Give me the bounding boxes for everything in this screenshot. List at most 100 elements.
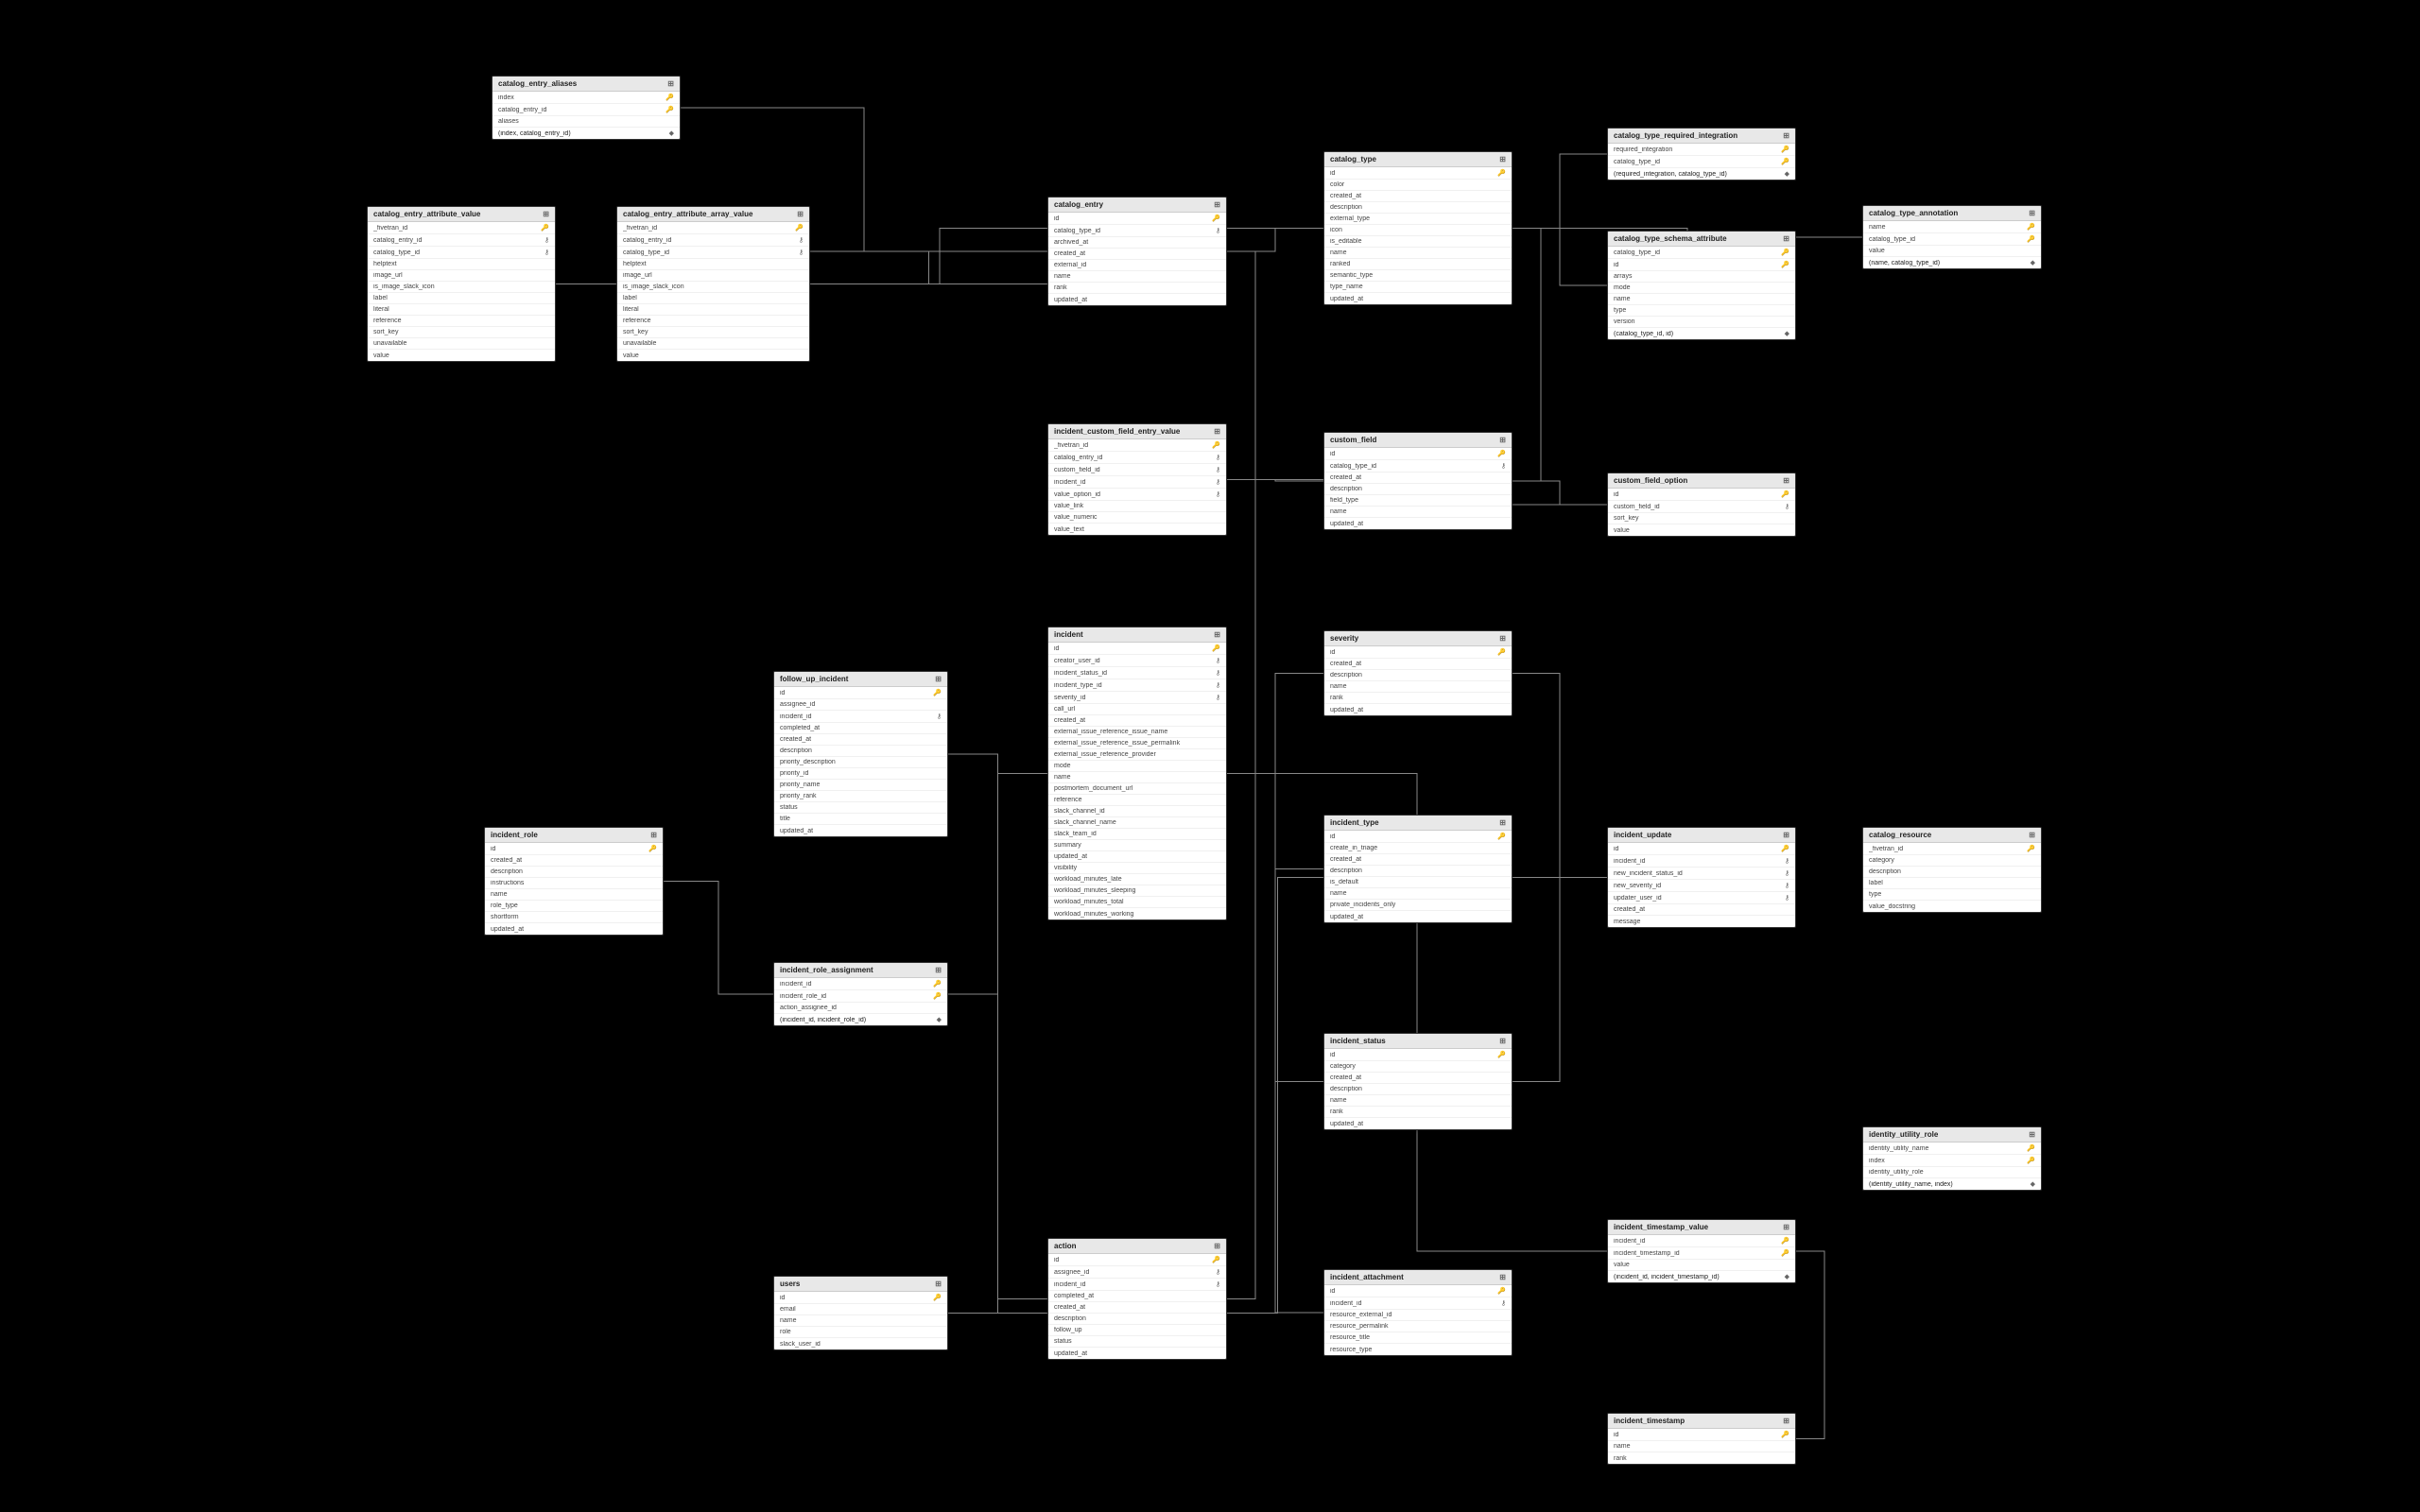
table-column[interactable]: description — [1863, 867, 2041, 878]
table-column[interactable]: unavailable — [617, 338, 809, 350]
table-column[interactable]: status — [1048, 1336, 1226, 1348]
table-column[interactable]: name — [1608, 1441, 1795, 1452]
table-column[interactable]: (required_integration, catalog_type_id)◆ — [1608, 168, 1795, 180]
table-incident_status[interactable]: incident_status⊞id🔑categorycreated_atdes… — [1323, 1033, 1512, 1130]
table-column[interactable]: follow_up — [1048, 1325, 1226, 1336]
table-column[interactable]: is_editable — [1324, 236, 1512, 248]
table-header[interactable]: incident_status⊞ — [1324, 1034, 1512, 1049]
table-column[interactable]: updated_at — [1048, 1348, 1226, 1359]
table-column[interactable]: updated_at — [1048, 851, 1226, 863]
table-column[interactable]: id🔑 — [1324, 167, 1512, 180]
table-column[interactable]: catalog_type_id⚷ — [1048, 225, 1226, 237]
table-catalog_type[interactable]: catalog_type⊞id🔑colorcreated_atdescripti… — [1323, 151, 1512, 305]
table-column[interactable]: instructions — [485, 878, 663, 889]
table-column[interactable]: incident_timestamp_id🔑 — [1608, 1247, 1795, 1260]
table-column[interactable]: ranked — [1324, 259, 1512, 270]
table-column[interactable]: external_issue_reference_provider — [1048, 749, 1226, 761]
table-column[interactable]: rank — [1048, 283, 1226, 294]
table-column[interactable]: id🔑 — [1608, 259, 1795, 271]
table-column[interactable]: description — [774, 746, 947, 757]
table-column[interactable]: workload_minutes_total — [1048, 897, 1226, 908]
table-column[interactable]: updated_at — [1324, 293, 1512, 304]
table-column[interactable]: id🔑 — [1608, 489, 1795, 501]
table-column[interactable]: completed_at — [774, 723, 947, 734]
table-column[interactable]: description — [1324, 202, 1512, 214]
table-catalog_resource[interactable]: catalog_resource⊞_fivetran_id🔑categoryde… — [1862, 827, 2042, 913]
table-header[interactable]: identity_utility_role⊞ — [1863, 1127, 2041, 1143]
table-column[interactable]: value_text — [1048, 524, 1226, 535]
table-column[interactable]: unavailable — [368, 338, 555, 350]
table-header[interactable]: catalog_entry_attribute_value⊞ — [368, 207, 555, 222]
table-column[interactable]: assignee_id — [774, 699, 947, 711]
table-column[interactable]: name — [1324, 681, 1512, 693]
table-incident_role[interactable]: incident_role⊞id🔑created_atdescriptionin… — [484, 827, 664, 936]
table-column[interactable]: updated_at — [774, 825, 947, 836]
table-custom_field[interactable]: custom_field⊞id🔑catalog_type_id⚷created_… — [1323, 432, 1512, 530]
table-column[interactable]: arrays — [1608, 271, 1795, 283]
table-column[interactable]: index🔑 — [493, 92, 680, 104]
table-column[interactable]: name🔑 — [1863, 221, 2041, 233]
table-column[interactable]: archived_at — [1048, 237, 1226, 249]
table-column[interactable]: catalog_entry_id⚷ — [617, 234, 809, 247]
table-column[interactable]: is_image_slack_icon — [617, 282, 809, 293]
table-column[interactable]: priority_description — [774, 757, 947, 768]
table-header[interactable]: catalog_type_required_integration⊞ — [1608, 129, 1795, 144]
table-column[interactable]: incident_role_id🔑 — [774, 990, 947, 1003]
table-column[interactable]: description — [1324, 1084, 1512, 1095]
table-column[interactable]: label — [1863, 878, 2041, 889]
table-column[interactable]: required_integration🔑 — [1608, 144, 1795, 156]
table-incident_type[interactable]: incident_type⊞id🔑create_in_triagecreated… — [1323, 815, 1512, 923]
table-column[interactable]: reference — [617, 316, 809, 327]
table-column[interactable]: email — [774, 1304, 947, 1315]
table-column[interactable]: catalog_entry_id⚷ — [1048, 452, 1226, 464]
table-header[interactable]: action⊞ — [1048, 1239, 1226, 1254]
table-column[interactable]: value_option_id⚷ — [1048, 489, 1226, 501]
table-column[interactable]: slack_user_id — [774, 1338, 947, 1349]
table-column[interactable]: resource_type — [1324, 1344, 1512, 1355]
table-column[interactable]: id🔑 — [1324, 831, 1512, 843]
table-column[interactable]: description — [1324, 670, 1512, 681]
table-column[interactable]: external_id — [1048, 260, 1226, 271]
table-column[interactable]: created_at — [1324, 659, 1512, 670]
table-column[interactable]: category — [1324, 1061, 1512, 1073]
table-header[interactable]: users⊞ — [774, 1277, 947, 1292]
table-column[interactable]: image_url — [617, 270, 809, 282]
table-column[interactable]: created_at — [1048, 715, 1226, 727]
table-header[interactable]: follow_up_incident⊞ — [774, 672, 947, 687]
table-header[interactable]: incident_timestamp⊞ — [1608, 1414, 1795, 1429]
table-column[interactable]: value_numeric — [1048, 512, 1226, 524]
table-column[interactable]: name — [1324, 888, 1512, 900]
table-column[interactable]: new_severity_id⚷ — [1608, 880, 1795, 892]
table-column[interactable]: literal — [368, 304, 555, 316]
table-column[interactable]: id🔑 — [1608, 1429, 1795, 1441]
table-header[interactable]: incident_update⊞ — [1608, 828, 1795, 843]
table-column[interactable]: reference — [1048, 795, 1226, 806]
table-column[interactable]: created_at — [1324, 472, 1512, 484]
table-column[interactable]: new_incident_status_id⚷ — [1608, 868, 1795, 880]
table-column[interactable]: name — [774, 1315, 947, 1327]
table-column[interactable]: external_issue_reference_issue_name — [1048, 727, 1226, 738]
table-column[interactable]: literal — [617, 304, 809, 316]
table-catalog_type_required_integration[interactable]: catalog_type_required_integration⊞requir… — [1607, 128, 1796, 180]
table-header[interactable]: catalog_type⊞ — [1324, 152, 1512, 167]
table-column[interactable]: slack_channel_name — [1048, 817, 1226, 829]
table-catalog_entry_attribute_array_value[interactable]: catalog_entry_attribute_array_value⊞_fiv… — [616, 206, 810, 362]
table-column[interactable]: name — [1048, 271, 1226, 283]
table-column[interactable]: updater_user_id⚷ — [1608, 892, 1795, 904]
table-header[interactable]: incident_type⊞ — [1324, 816, 1512, 831]
table-column[interactable]: workload_minutes_late — [1048, 874, 1226, 885]
table-column[interactable]: resource_permalink — [1324, 1321, 1512, 1332]
table-column[interactable]: catalog_type_id🔑 — [1608, 156, 1795, 168]
table-column[interactable]: shortform — [485, 912, 663, 923]
table-header[interactable]: incident_timestamp_value⊞ — [1608, 1220, 1795, 1235]
table-column[interactable]: created_at — [774, 734, 947, 746]
table-column[interactable]: role — [774, 1327, 947, 1338]
table-column[interactable]: identity_utility_role — [1863, 1167, 2041, 1178]
table-column[interactable]: index🔑 — [1863, 1155, 2041, 1167]
table-incident[interactable]: incident⊞id🔑creator_user_id⚷incident_sta… — [1047, 627, 1227, 920]
table-column[interactable]: title — [774, 814, 947, 825]
table-column[interactable]: (index, catalog_entry_id)◆ — [493, 128, 680, 139]
table-column[interactable]: (incident_id, incident_timestamp_id)◆ — [1608, 1271, 1795, 1282]
table-column[interactable]: image_url — [368, 270, 555, 282]
table-header[interactable]: catalog_entry⊞ — [1048, 198, 1226, 213]
